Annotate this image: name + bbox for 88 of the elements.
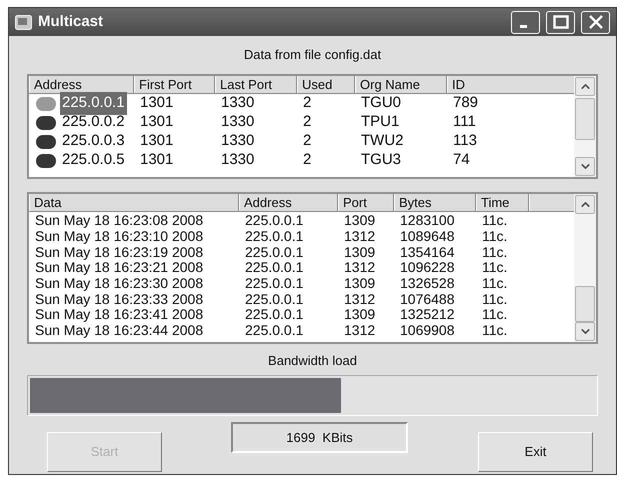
minimize-icon: [520, 25, 526, 28]
table-cell-text: 11c.: [481, 292, 508, 307]
table-cell-text: 1330: [220, 131, 256, 152]
table-cell-text: 789: [452, 93, 480, 114]
table-cell-text: 1312: [343, 292, 376, 307]
column-header[interactable]: Port: [338, 194, 394, 211]
table-cell-text: 11c.: [481, 244, 508, 260]
table-cell-text: 111: [452, 112, 477, 132]
table-cell-text: Sun May 18 16:23:21 2008: [34, 260, 204, 276]
column-header[interactable]: Data: [29, 194, 239, 211]
table-cell-text: 225.0.0.1: [244, 260, 304, 276]
maximize-icon: [552, 15, 568, 29]
table-cell-text: Sun May 18 16:23:19 2008: [34, 244, 204, 260]
table-cell-text: 11c.: [481, 276, 508, 292]
scroll-up-button[interactable]: [575, 77, 595, 96]
column-header[interactable]: First Port: [134, 76, 215, 93]
table-cell-text: 225.0.0.1: [244, 323, 304, 338]
table-cell-text: 11c.: [481, 307, 508, 322]
table-cell-text: Sun May 18 16:23:30 2008: [34, 276, 204, 292]
table-cell-text: 11c.: [481, 260, 508, 276]
table-cell-text: 11c.: [481, 229, 508, 244]
table-cell-text: 1312: [343, 260, 376, 276]
table-cell-text: Sun May 18 16:23:08 2008: [34, 213, 204, 228]
column-header[interactable]: Time: [476, 194, 529, 211]
table-cell-text: TGU3: [360, 150, 402, 170]
table-cell-text: Sun May 18 16:23:33 2008: [34, 292, 204, 307]
minimize-button[interactable]: [511, 10, 540, 34]
maximize-button[interactable]: [546, 10, 575, 34]
bandwidth-label: Bandwidth load: [268, 352, 357, 370]
table-cell-text: 74: [452, 150, 471, 170]
column-header[interactable]: Used: [297, 76, 355, 93]
column-header[interactable]: Last Port: [215, 76, 297, 93]
table-cell-text: TWU2: [360, 131, 404, 152]
table-cell-text: 113: [452, 131, 478, 152]
table-cell[interactable]: 225.0.0.1: [60, 92, 127, 115]
table-cell-text: 1309: [343, 213, 376, 228]
table-cell-text: 11c.: [481, 213, 508, 228]
scroll-thumb[interactable]: [575, 98, 595, 140]
table-cell-text: Sun May 18 16:23:41 2008: [34, 307, 204, 322]
table-cell-text: 1330: [220, 150, 256, 170]
scroll-up-button[interactable]: [575, 195, 595, 214]
column-header[interactable]: Org Name: [355, 76, 447, 93]
table-cell-text: 225.0.0.1: [244, 213, 304, 228]
table-cell-text: 2: [302, 112, 312, 132]
table-cell-text: 1301: [139, 150, 174, 170]
column-header[interactable]: Bytes: [394, 194, 476, 211]
exit-button[interactable]: Exit: [478, 432, 593, 472]
file-label: Data from file config.dat: [244, 46, 382, 64]
table-cell-text: 225.0.0.1: [244, 276, 304, 292]
close-icon: [588, 15, 604, 29]
scroll-down-button[interactable]: [575, 157, 595, 176]
table-cell-text: 1354164: [399, 244, 456, 260]
scroll-thumb[interactable]: [575, 286, 595, 322]
table-cell-text: 1301: [139, 93, 174, 114]
table-cell-text: TGU0: [360, 93, 402, 114]
table-cell-text: 1309: [343, 276, 376, 292]
table-cell-text: 1325212: [399, 307, 456, 322]
window-title: Multicast: [38, 12, 104, 32]
table-cell-text: 1312: [343, 229, 376, 244]
table-cell-text: 11c.: [481, 323, 508, 338]
column-header[interactable]: Address: [239, 194, 338, 211]
table-cell-text: 1309: [343, 244, 376, 260]
table-cell-text: 1330: [220, 112, 256, 132]
table-cell-text: 225.0.0.1: [244, 292, 304, 307]
table-cell-text: 1312: [343, 323, 376, 338]
bandwidth-reading: 1699 KBits: [231, 422, 408, 453]
table-cell-text: 1089648: [399, 229, 456, 244]
table-cell-text: Sun May 18 16:23:44 2008: [34, 323, 204, 338]
window-icon: [15, 14, 32, 30]
table-cell-text: 1069908: [399, 323, 456, 338]
table-cell-text: Sun May 18 16:23:10 2008: [34, 229, 204, 244]
table-cell-text: 1301: [139, 112, 174, 132]
table-cell-text: 225.0.0.1: [244, 244, 304, 260]
table-cell-text: 1309: [343, 307, 376, 322]
table-cell-text: 1096228: [399, 260, 456, 276]
table-cell-text: 1301: [139, 131, 174, 152]
table-cell-text: 225.0.0.1: [244, 229, 304, 244]
scroll-down-button[interactable]: [575, 322, 595, 341]
table-cell-text: TPU1: [360, 112, 400, 132]
close-button[interactable]: [581, 10, 610, 34]
table-cell-text: 225.0.0.1: [244, 307, 304, 322]
table-cell-text: 2: [302, 150, 312, 170]
table-cell-text: 1330: [220, 93, 256, 114]
table-cell-text: 1283100: [399, 213, 456, 228]
table-cell-text: 1076488: [399, 292, 456, 307]
table-cell-text: 2: [302, 93, 312, 114]
table-cell-text: 1326528: [399, 276, 456, 292]
table-cell-text: 2: [302, 131, 312, 152]
